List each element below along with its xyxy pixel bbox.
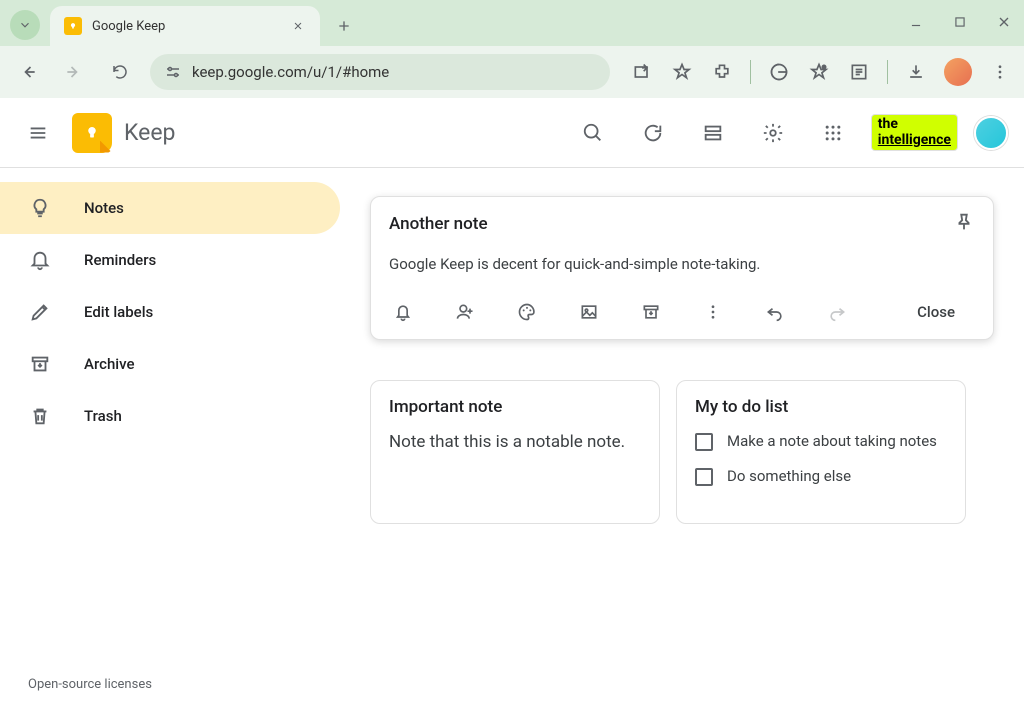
url-text: keep.google.com/u/1/#home — [192, 63, 389, 81]
redo-icon[interactable] — [823, 298, 851, 326]
more-icon[interactable] — [699, 298, 727, 326]
forward-button[interactable] — [58, 56, 90, 88]
undo-icon[interactable] — [761, 298, 789, 326]
refresh-icon[interactable] — [631, 111, 675, 155]
account-avatar[interactable] — [974, 116, 1008, 150]
apps-grid-icon[interactable] — [811, 111, 855, 155]
close-window-icon[interactable] — [994, 12, 1014, 32]
editor-title[interactable]: Another note — [389, 214, 488, 234]
todo-item[interactable]: Make a note about taking notes — [695, 431, 947, 452]
sidebar-item-archive[interactable]: Archive — [0, 338, 340, 390]
todo-text: Do something else — [727, 466, 851, 487]
palette-icon[interactable] — [513, 298, 541, 326]
reading-list-icon[interactable] — [847, 60, 871, 84]
share-icon[interactable] — [630, 60, 654, 84]
checkbox-icon[interactable] — [695, 433, 713, 451]
licenses-link[interactable]: Open-source licenses — [28, 677, 152, 692]
note-title: My to do list — [695, 397, 947, 417]
keep-favicon — [64, 17, 82, 35]
sidebar-item-trash[interactable]: Trash — [0, 390, 340, 442]
todo-text: Make a note about taking notes — [727, 431, 937, 452]
collaborator-icon[interactable] — [451, 298, 479, 326]
separator — [887, 60, 888, 84]
close-button[interactable]: Close — [897, 295, 975, 329]
image-icon[interactable] — [575, 298, 603, 326]
trash-icon — [28, 404, 52, 428]
browser-tab[interactable]: Google Keep — [50, 6, 320, 46]
hamburger-menu-icon[interactable] — [16, 111, 60, 155]
extensions-icon[interactable] — [710, 60, 734, 84]
address-bar[interactable]: keep.google.com/u/1/#home — [150, 54, 610, 90]
note-editor[interactable]: Another note Google Keep is decent for q… — [370, 196, 994, 340]
sidebar-item-label: Archive — [84, 355, 134, 373]
bell-icon — [28, 248, 52, 272]
keep-logo[interactable] — [72, 113, 112, 153]
note-body: Note that this is a notable note. — [389, 431, 641, 455]
downloads-icon[interactable] — [904, 60, 928, 84]
sidebar-item-label: Reminders — [84, 251, 156, 269]
new-tab-button[interactable] — [328, 10, 360, 42]
tab-title: Google Keep — [92, 19, 290, 34]
settings-gear-icon[interactable] — [751, 111, 795, 155]
browser-menu-icon[interactable] — [988, 60, 1012, 84]
bookmark-star-icon[interactable] — [670, 60, 694, 84]
pencil-icon — [28, 300, 52, 324]
bookmark-add-icon[interactable] — [807, 60, 831, 84]
sidebar: Notes Reminders Edit labels Archive Tras… — [0, 168, 340, 712]
editor-body[interactable]: Google Keep is decent for quick-and-simp… — [389, 255, 975, 273]
maximize-icon[interactable] — [950, 12, 970, 32]
todo-item[interactable]: Do something else — [695, 466, 947, 487]
sidebar-item-label: Edit labels — [84, 303, 153, 321]
archive-note-icon[interactable] — [637, 298, 665, 326]
lightbulb-icon — [28, 196, 52, 220]
tab-close-icon[interactable] — [290, 18, 306, 34]
minimize-icon[interactable] — [906, 12, 926, 32]
sidebar-item-edit-labels[interactable]: Edit labels — [0, 286, 340, 338]
separator — [750, 60, 751, 84]
sidebar-item-label: Notes — [84, 199, 124, 217]
note-card[interactable]: My to do list Make a note about taking n… — [676, 380, 966, 524]
checkbox-icon[interactable] — [695, 468, 713, 486]
sidebar-item-reminders[interactable]: Reminders — [0, 234, 340, 286]
app-name: Keep — [124, 119, 175, 146]
back-button[interactable] — [12, 56, 44, 88]
google-icon[interactable] — [767, 60, 791, 84]
note-card[interactable]: Important note Note that this is a notab… — [370, 380, 660, 524]
workspace-brand[interactable]: the intelligence — [871, 114, 958, 151]
list-view-icon[interactable] — [691, 111, 735, 155]
remind-me-icon[interactable] — [389, 298, 417, 326]
archive-icon — [28, 352, 52, 376]
browser-profile-avatar[interactable] — [944, 58, 972, 86]
search-icon[interactable] — [571, 111, 615, 155]
sidebar-item-notes[interactable]: Notes — [0, 182, 340, 234]
tab-search-dropdown[interactable] — [10, 10, 40, 40]
pin-icon[interactable] — [953, 211, 975, 237]
site-settings-icon — [164, 63, 182, 81]
sidebar-item-label: Trash — [84, 407, 122, 425]
note-title: Important note — [389, 397, 641, 417]
reload-button[interactable] — [104, 56, 136, 88]
